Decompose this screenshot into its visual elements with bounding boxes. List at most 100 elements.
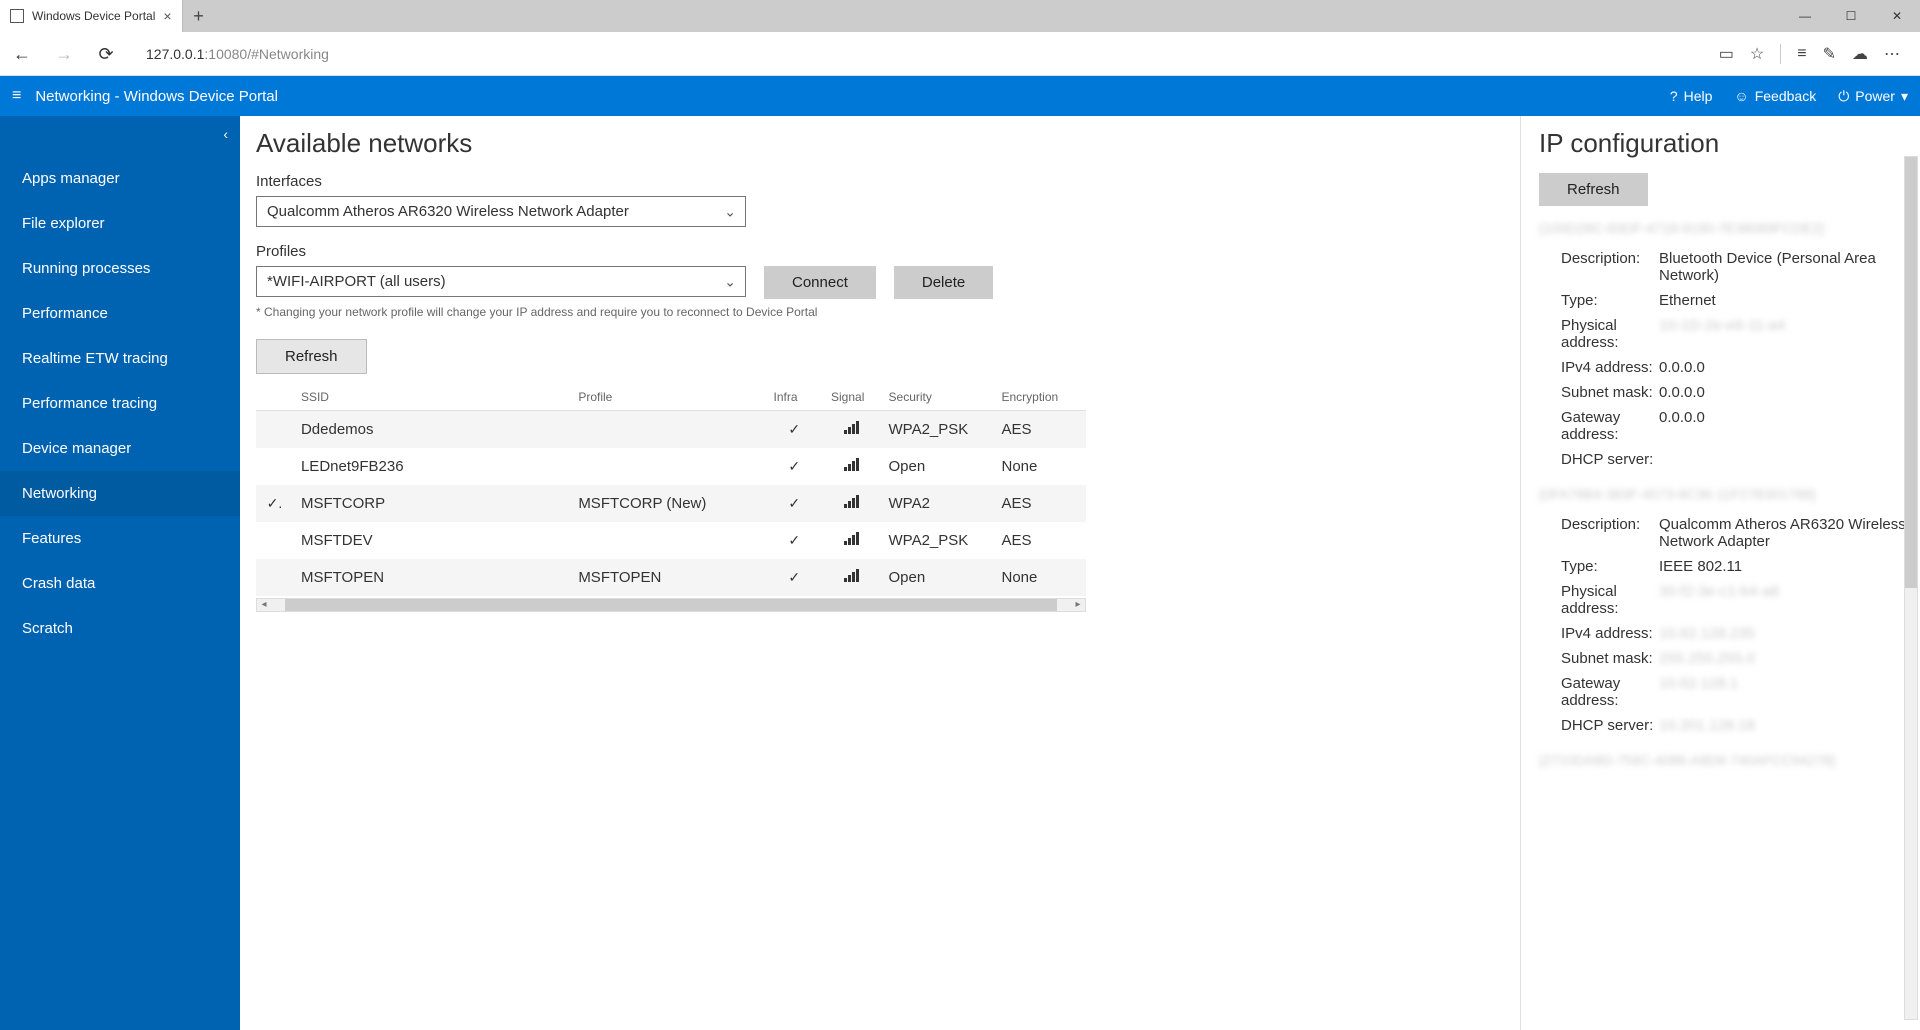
signal-icon bbox=[844, 422, 859, 434]
browser-chrome: Windows Device Portal × + — ☐ ✕ ← → ⟳ 12… bbox=[0, 0, 1920, 76]
address-bar[interactable]: 127.0.0.1:10080/#Networking bbox=[134, 46, 1705, 62]
portal-header-right: ?Help ☺Feedback ⏻Power▾ bbox=[1670, 88, 1908, 105]
table-row[interactable]: LEDnet9FB236✓OpenNone bbox=[256, 448, 1086, 485]
kv-key: Type: bbox=[1539, 558, 1659, 575]
delete-button[interactable]: Delete bbox=[894, 266, 993, 299]
kv-key: Physical address: bbox=[1539, 317, 1659, 351]
more-icon[interactable]: ⋯ bbox=[1884, 44, 1900, 64]
table-row[interactable]: MSFTOPENMSFTOPEN✓OpenNone bbox=[256, 559, 1086, 596]
close-tab-icon[interactable]: × bbox=[163, 8, 171, 24]
section-title: Available networks bbox=[256, 128, 1504, 159]
col-infra[interactable]: Infra bbox=[765, 384, 823, 411]
back-icon[interactable]: ← bbox=[8, 44, 36, 65]
nav-bar: ← → ⟳ 127.0.0.1:10080/#Networking ▭ ☆ ≡ … bbox=[0, 32, 1920, 76]
sidebar-item-performance-tracing[interactable]: Performance tracing bbox=[0, 381, 240, 426]
sidebar-item-performance[interactable]: Performance bbox=[0, 291, 240, 336]
kv-key: DHCP server: bbox=[1539, 717, 1659, 734]
sidebar-item-crash-data[interactable]: Crash data bbox=[0, 561, 240, 606]
kv-key: IPv4 address: bbox=[1539, 359, 1659, 376]
notes-icon[interactable]: ✎ bbox=[1823, 44, 1836, 64]
kv-value: 10.201.128.18 bbox=[1659, 717, 1910, 734]
feedback-link[interactable]: ☺Feedback bbox=[1734, 88, 1816, 104]
check-icon: ✓ bbox=[788, 421, 800, 437]
col-security[interactable]: Security bbox=[881, 384, 994, 411]
cell-security: WPA2_PSK bbox=[881, 411, 994, 449]
signal-icon bbox=[844, 533, 859, 545]
reading-view-icon[interactable]: ▭ bbox=[1719, 44, 1734, 64]
cell-encryption: AES bbox=[994, 411, 1087, 449]
table-row[interactable]: ✓.MSFTCORPMSFTCORP (New)✓WPA2AES bbox=[256, 485, 1086, 522]
close-window-button[interactable]: ✕ bbox=[1874, 0, 1920, 32]
forward-icon[interactable]: → bbox=[50, 44, 78, 65]
kv-row: Description:Qualcomm Atheros AR6320 Wire… bbox=[1539, 512, 1910, 554]
cell-ssid: MSFTDEV bbox=[293, 522, 570, 559]
kv-row: Subnet mask:255.255.255.0 bbox=[1539, 646, 1910, 671]
profiles-label: Profiles bbox=[256, 243, 1504, 260]
page-icon bbox=[10, 9, 24, 23]
col-signal[interactable]: Signal bbox=[823, 384, 881, 411]
kv-row: Physical address:10-1D-2e-e6-11-a4 bbox=[1539, 313, 1910, 355]
sidebar-item-apps-manager[interactable]: Apps manager bbox=[0, 156, 240, 201]
browser-tab[interactable]: Windows Device Portal × bbox=[0, 0, 183, 32]
window-controls: — ☐ ✕ bbox=[1782, 0, 1920, 32]
power-label: Power bbox=[1855, 88, 1895, 104]
favorite-icon[interactable]: ☆ bbox=[1750, 44, 1764, 64]
profile-hint: * Changing your network profile will cha… bbox=[256, 305, 1504, 319]
power-icon: ⏻ bbox=[1838, 88, 1849, 105]
profile-select[interactable]: *WIFI-AIRPORT (all users) bbox=[256, 266, 746, 297]
connect-button[interactable]: Connect bbox=[764, 266, 876, 299]
maximize-button[interactable]: ☐ bbox=[1828, 0, 1874, 32]
body: ‹ Apps managerFile explorerRunning proce… bbox=[0, 116, 1920, 1030]
kv-value: 255.255.255.0 bbox=[1659, 650, 1910, 667]
vertical-scrollbar[interactable] bbox=[1904, 156, 1918, 1020]
power-menu[interactable]: ⏻Power▾ bbox=[1838, 88, 1908, 105]
col-encryption[interactable]: Encryption bbox=[994, 384, 1087, 411]
signal-icon bbox=[844, 496, 859, 508]
kv-value: IEEE 802.11 bbox=[1659, 558, 1910, 575]
cell-security: WPA2 bbox=[881, 485, 994, 522]
check-icon: ✓ bbox=[788, 569, 800, 585]
menu-icon[interactable]: ≡ bbox=[12, 87, 21, 105]
cell-infra: ✓ bbox=[765, 522, 823, 559]
refresh-ipconfig-button[interactable]: Refresh bbox=[1539, 173, 1648, 206]
cell-infra: ✓ bbox=[765, 448, 823, 485]
col-profile[interactable]: Profile bbox=[570, 384, 765, 411]
cell-encryption: None bbox=[994, 448, 1087, 485]
adapter-id: {100D28C-83DF-4718-9190-7E38089FCDE2} bbox=[1539, 220, 1910, 236]
kv-key: Subnet mask: bbox=[1539, 650, 1659, 667]
hub-icon[interactable]: ≡ bbox=[1797, 45, 1806, 63]
cell-security: WPA2_PSK bbox=[881, 522, 994, 559]
col-ssid[interactable]: SSID bbox=[293, 384, 570, 411]
table-row[interactable]: Ddedemos✓WPA2_PSKAES bbox=[256, 411, 1086, 449]
horizontal-scrollbar[interactable]: ◂▸ bbox=[256, 598, 1086, 612]
sidebar-item-scratch[interactable]: Scratch bbox=[0, 606, 240, 651]
table-row[interactable]: MSFTDEV✓WPA2_PSKAES bbox=[256, 522, 1086, 559]
new-tab-button[interactable]: + bbox=[183, 0, 215, 32]
page-title: Networking - Windows Device Portal bbox=[35, 88, 278, 105]
cell-profile bbox=[570, 522, 765, 559]
kv-value: 10.62.128.235 bbox=[1659, 625, 1910, 642]
adapter-id: {0FA76B4-383F-4573-8C36-11F27B301788} bbox=[1539, 486, 1910, 502]
kv-key: IPv4 address: bbox=[1539, 625, 1659, 642]
check-icon: ✓ bbox=[788, 458, 800, 474]
share-icon[interactable]: ☁ bbox=[1852, 44, 1868, 64]
sidebar-item-file-explorer[interactable]: File explorer bbox=[0, 201, 240, 246]
kv-key: Gateway address: bbox=[1539, 675, 1659, 709]
sidebar-item-device-manager[interactable]: Device manager bbox=[0, 426, 240, 471]
kv-row: IPv4 address:10.62.128.235 bbox=[1539, 621, 1910, 646]
sidebar-item-networking[interactable]: Networking bbox=[0, 471, 240, 516]
refresh-networks-button[interactable]: Refresh bbox=[256, 339, 367, 374]
interface-select[interactable]: Qualcomm Atheros AR6320 Wireless Network… bbox=[256, 196, 746, 227]
sidebar-item-realtime-etw-tracing[interactable]: Realtime ETW tracing bbox=[0, 336, 240, 381]
kv-value bbox=[1659, 451, 1910, 468]
sidebar-item-features[interactable]: Features bbox=[0, 516, 240, 561]
cell-encryption: AES bbox=[994, 485, 1087, 522]
help-link[interactable]: ?Help bbox=[1670, 88, 1713, 104]
minimize-button[interactable]: — bbox=[1782, 0, 1828, 32]
check-icon: ✓ bbox=[788, 495, 800, 511]
refresh-icon[interactable]: ⟳ bbox=[92, 44, 120, 65]
collapse-sidebar-icon[interactable]: ‹ bbox=[223, 126, 228, 142]
sidebar: ‹ Apps managerFile explorerRunning proce… bbox=[0, 116, 240, 1030]
kv-row: IPv4 address:0.0.0.0 bbox=[1539, 355, 1910, 380]
sidebar-item-running-processes[interactable]: Running processes bbox=[0, 246, 240, 291]
